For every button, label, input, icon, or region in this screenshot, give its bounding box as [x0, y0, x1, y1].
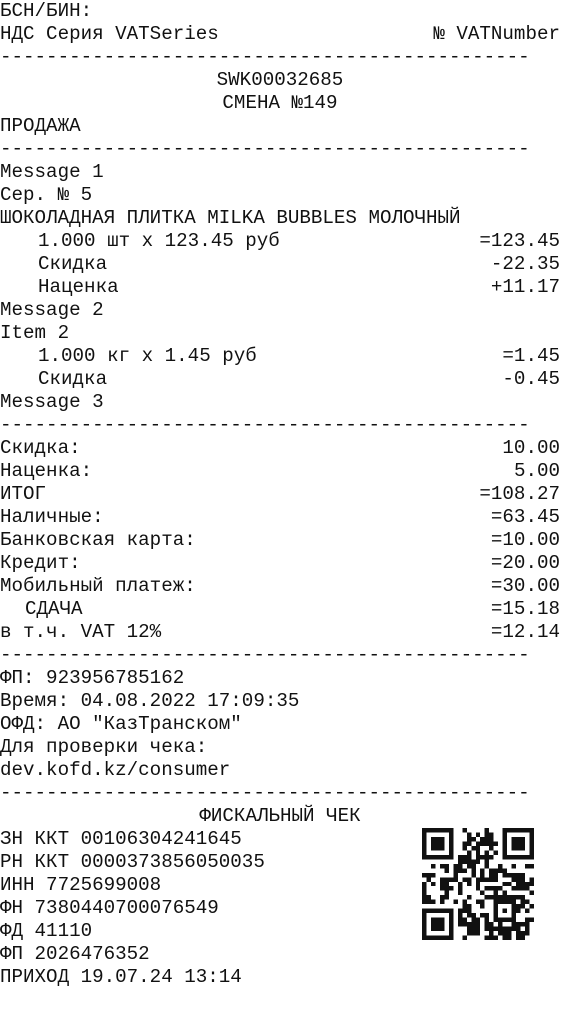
total-row: СДАЧА =15.18 [0, 598, 560, 621]
message: Message 1 [0, 161, 104, 183]
total-value: =108.27 [479, 483, 560, 505]
total-value: 5.00 [513, 460, 560, 482]
item-markup-label: Наценка [38, 276, 119, 298]
message: Message 3 [0, 391, 104, 413]
total-label: Наличные: [0, 506, 104, 528]
shift-number: СМЕНА №149 [222, 92, 338, 114]
total-row: Наличные: =63.45 [0, 506, 560, 529]
item-markup-value: +11.17 [490, 276, 560, 298]
total-row: Мобильный платеж: =30.00 [0, 575, 560, 598]
check-url[interactable]: dev.kofd.kz/consumer [0, 759, 560, 782]
totals-block: Скидка: 10.00 Наценка: 5.00 ИТОГ =108.27 Налич… [0, 437, 560, 644]
total-label: ИТОГ [0, 483, 47, 505]
item-sum: =123.45 [479, 230, 560, 252]
item-markup-row: Наценка +11.17 [0, 276, 560, 299]
separator: ----------------------------------------… [0, 138, 530, 160]
fiscal-title: ФИСКАЛЬНЫЙ ЧЕК [199, 805, 361, 827]
total-row: Банковская карта: =10.00 [0, 529, 560, 552]
total-value: =12.14 [490, 621, 560, 643]
separator: ----------------------------------------… [0, 414, 530, 436]
item-qty: 1.000 кг x 1.45 руб [38, 345, 257, 367]
separator: ----------------------------------------… [0, 644, 530, 666]
total-row: ИТОГ =108.27 [0, 483, 560, 506]
ofd-operator: ОФД: АО "КазТранском" [0, 713, 242, 735]
vat-number: № VATNumber [433, 23, 560, 45]
total-row: в т.ч. VAT 12% =12.14 [0, 621, 560, 644]
item-qty: 1.000 шт x 123.45 руб [38, 230, 280, 252]
item-name: Item 2 [0, 322, 70, 344]
ofd-time: Время: 04.08.2022 17:09:35 [0, 690, 300, 712]
item-discount-row: Скидка -0.45 [0, 368, 560, 391]
total-value: 10.00 [502, 437, 560, 459]
vat-series: НДС Серия VATSeries [0, 23, 219, 45]
item-name: ШОКОЛАДНАЯ ПЛИТКА MILKA BUBBLES МОЛОЧНЫЙ [0, 207, 461, 229]
total-value: =20.00 [490, 552, 560, 574]
item-sum: =1.45 [502, 345, 560, 367]
item-discount-label: Скидка [38, 368, 108, 390]
total-row: Кредит: =20.00 [0, 552, 560, 575]
total-label: Кредит: [0, 552, 81, 574]
item-discount-label: Скидка [38, 253, 108, 275]
item-discount-row: Скидка -22.35 [0, 253, 560, 276]
total-label: Скидка: [0, 437, 81, 459]
ofd-fp: ФП: 923956785162 [0, 667, 185, 689]
vat-row: НДС Серия VATSeries № VATNumber [0, 23, 560, 46]
item-qty-row: 1.000 шт x 123.45 руб =123.45 [0, 230, 560, 253]
fiscal-fp: ФП 2026476352 [0, 943, 150, 965]
total-row: Скидка: 10.00 [0, 437, 560, 460]
item-discount-value: -22.35 [490, 253, 560, 275]
item-discount-value: -0.45 [502, 368, 560, 390]
message: Message 2 [0, 299, 104, 321]
total-label: Банковская карта: [0, 529, 196, 551]
total-label: в т.ч. VAT 12% [0, 621, 162, 643]
total-value: =63.45 [490, 506, 560, 528]
item-qty-row: 1.000 кг x 1.45 руб =1.45 [0, 345, 560, 368]
qr-code-icon [422, 828, 534, 940]
check-label: Для проверки чека: [0, 736, 208, 758]
total-row: Наценка: 5.00 [0, 460, 560, 483]
fiscal-income: ПРИХОД 19.07.24 13:14 [0, 966, 242, 988]
total-value: =15.18 [490, 598, 560, 620]
operation-type: ПРОДАЖА [0, 115, 81, 137]
total-label: Наценка: [0, 460, 93, 482]
total-label: СДАЧА [25, 598, 83, 620]
separator: ----------------------------------------… [0, 46, 530, 68]
total-value: =30.00 [490, 575, 560, 597]
serial-number: Сер. № 5 [0, 184, 93, 206]
bin-label: БСН/БИН: [0, 0, 93, 22]
doc-code: SWK00032685 [216, 69, 344, 91]
separator: ----------------------------------------… [0, 782, 530, 804]
total-label: Мобильный платеж: [0, 575, 196, 597]
total-value: =10.00 [490, 529, 560, 551]
